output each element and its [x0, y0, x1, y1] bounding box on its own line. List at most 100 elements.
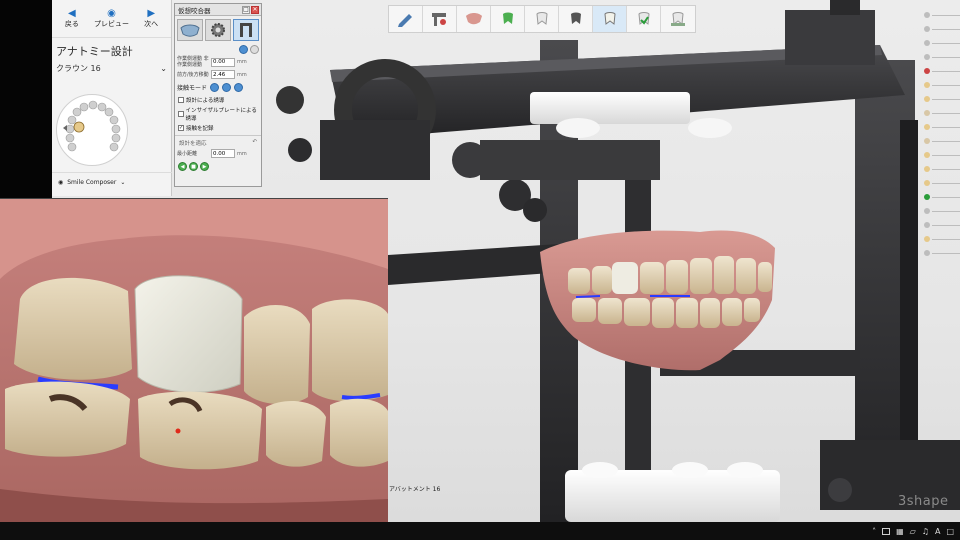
articulator-icon [240, 23, 252, 37]
contact-mode-c-icon[interactable] [234, 83, 244, 92]
tooth-library-item[interactable] [924, 236, 960, 242]
arrow-right-icon: ▶ [147, 8, 156, 19]
view-toggle-grey-icon[interactable] [250, 45, 259, 54]
toolbar-button-tooth-green[interactable] [627, 6, 661, 32]
tray-app-icon[interactable]: ▱ [910, 527, 916, 536]
upper-knob [830, 0, 860, 15]
condyle-knob-1 [276, 86, 304, 114]
tooth-library-item[interactable] [924, 68, 960, 74]
tooth-library-item[interactable] [924, 26, 960, 32]
articulator-frame-button[interactable] [233, 19, 259, 41]
tooth-marker-icon [924, 138, 930, 144]
min-distance-input[interactable] [211, 149, 235, 158]
stop-icon[interactable]: ■ [189, 162, 198, 171]
chevron-icon: ⌄ [120, 179, 126, 186]
tooth-marker-icon [924, 96, 930, 102]
lower-mount-foot-2 [672, 462, 708, 478]
tooth-library-item[interactable] [924, 208, 960, 214]
condyle-knob-2 [288, 138, 312, 162]
articulator-title: 仮想咬合器 [178, 6, 211, 15]
toolbar-button-tooth-crown[interactable] [593, 6, 627, 32]
back-button[interactable]: ◀ 戻る [52, 0, 92, 37]
toolbar-button-jaw-tool[interactable] [457, 6, 491, 32]
tooth-marker-line [932, 14, 960, 16]
tooth-library-item[interactable] [924, 124, 960, 130]
tooth-library-item[interactable] [924, 40, 960, 46]
tooth-marker-line [932, 238, 960, 240]
protrusion-label: 前方/後方移動 [177, 71, 209, 78]
lower-knob [828, 478, 852, 502]
tooth-library-item[interactable] [924, 96, 960, 102]
toolbar-button-tooth-dark[interactable] [559, 6, 593, 32]
contact-mode-b-icon[interactable] [222, 83, 232, 92]
tray-box-icon[interactable] [882, 527, 891, 535]
min-distance-label: 最小距離 [177, 150, 198, 157]
tooth-marker-icon [924, 250, 930, 256]
brand-logo: 3shape [898, 494, 949, 509]
tray-notification-icon[interactable]: □ [946, 527, 954, 536]
preview-label: プレビュー [94, 20, 129, 28]
preview-button[interactable]: ◉ プレビュー [92, 0, 132, 37]
close-icon[interactable]: ✕ [251, 5, 259, 14]
play-forward-icon[interactable]: ▶ [200, 162, 209, 171]
contact-mode-a-icon[interactable] [210, 83, 220, 92]
tooth-library-item[interactable] [924, 12, 960, 18]
tray-network-icon[interactable]: ▦ [896, 527, 904, 536]
closeup-upper-premolar-1 [244, 304, 310, 405]
undo-icon[interactable]: ↶ [252, 139, 257, 147]
lateral-movement-input[interactable] [211, 57, 235, 67]
smile-composer-button[interactable]: ◉ Smile Composer ⌄ [52, 172, 172, 192]
lateral-movement-unit: mm [237, 59, 247, 65]
tray-volume-icon[interactable]: ♫ [922, 527, 929, 536]
articulator-tools [175, 16, 261, 44]
tooth-library-item[interactable] [924, 82, 960, 88]
articulator-titlebar[interactable]: 仮想咬合器 □ ✕ [175, 4, 261, 16]
protrusion-input[interactable] [211, 70, 235, 79]
check-design-guidance[interactable]: 設計による誘導 [175, 95, 261, 105]
design-guidance-checkbox[interactable] [178, 97, 184, 103]
tooth-library-item[interactable] [924, 110, 960, 116]
tooth-marker-icon [924, 236, 930, 242]
view-toggle-blue-icon[interactable] [239, 45, 248, 54]
toolbar-button-tooth-scan[interactable] [491, 6, 525, 32]
tooth-marker-icon [924, 180, 930, 186]
articulator-settings-button[interactable] [205, 19, 231, 41]
tooth-marker-icon [924, 222, 930, 228]
next-button[interactable]: ▶ 次へ [131, 0, 171, 37]
check-incisal-guidance[interactable]: インサイザルプレートによる誘導 [175, 105, 261, 123]
closeup-view[interactable] [0, 198, 388, 540]
tooth-library-item[interactable] [924, 222, 960, 228]
tooth-library-column [918, 6, 960, 276]
min-distance-unit: mm [237, 150, 247, 157]
articulator-jaw-button[interactable] [177, 19, 203, 41]
toolbar-button-tooth-settings[interactable] [661, 6, 695, 32]
play-back-icon[interactable]: ◀ [178, 162, 187, 171]
condyle-knob-4 [523, 198, 547, 222]
toolbar-button-tooth-white[interactable] [525, 6, 559, 32]
toolbar-button-articulator-tool[interactable] [423, 6, 457, 32]
check-record-contact[interactable]: ✓ 接触を記録 [175, 123, 261, 133]
tray-ime-indicator[interactable]: A [935, 527, 940, 536]
tooth-marker-icon [924, 26, 930, 32]
tooth-library-item[interactable] [924, 152, 960, 158]
tooth-library-item[interactable] [924, 138, 960, 144]
tray-chevron-up-icon[interactable]: ˄ [872, 527, 876, 536]
tooth-marker-icon [924, 124, 930, 130]
restore-icon[interactable]: □ [242, 5, 250, 14]
crown-selector[interactable]: クラウン 16 ⌄ [52, 61, 171, 76]
crown-label: クラウン 16 [56, 64, 101, 73]
apply-design-button[interactable]: 設計を適応 ↶ [175, 138, 261, 148]
incisal-guidance-checkbox[interactable] [178, 111, 184, 117]
record-contact-checkbox[interactable]: ✓ [178, 125, 184, 131]
upper-mount-foot-2 [688, 118, 732, 138]
protrusion-row: 前方/後方移動 mm [175, 69, 261, 80]
upper-knob-block [785, 10, 875, 65]
contact-mode-label: 接触モード [177, 85, 208, 92]
tooth-library-item[interactable] [924, 54, 960, 60]
tooth-library-item[interactable] [924, 180, 960, 186]
tooth-library-item[interactable] [924, 250, 960, 256]
tooth-library-item[interactable] [924, 166, 960, 172]
jaw-selector[interactable] [56, 94, 128, 166]
tooth-library-item[interactable] [924, 194, 960, 200]
toolbar-button-pencil-tool[interactable] [389, 6, 423, 32]
